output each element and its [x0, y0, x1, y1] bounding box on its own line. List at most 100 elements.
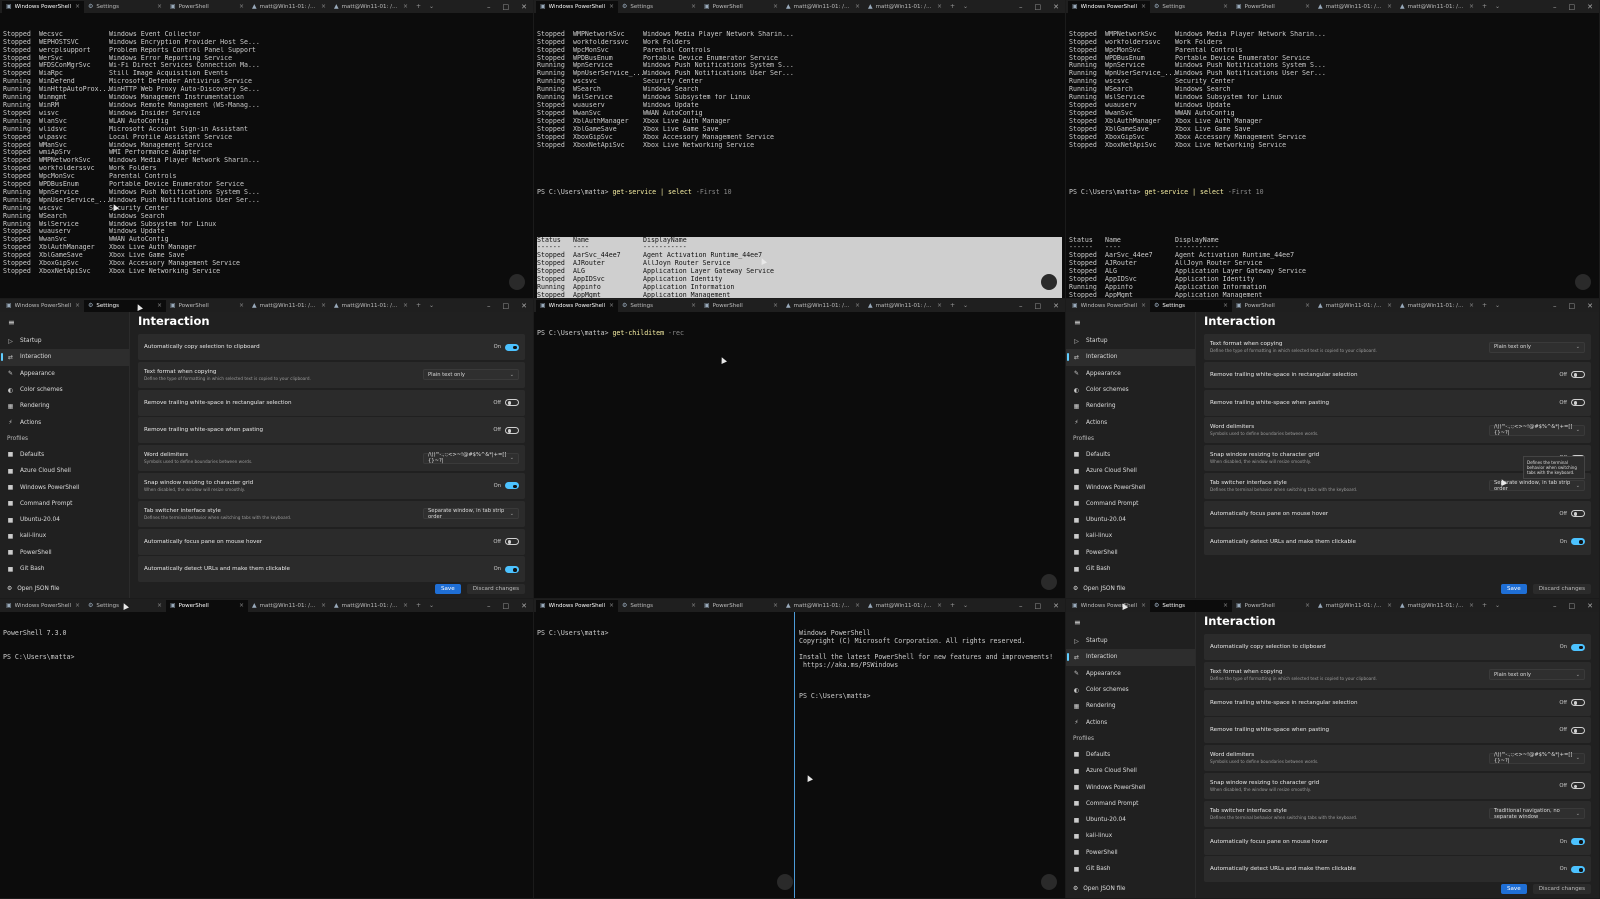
- close-icon[interactable]: ×: [855, 3, 860, 10]
- toggle-switch[interactable]: [505, 565, 519, 573]
- maximize-icon[interactable]: □: [503, 302, 510, 310]
- tab-ps[interactable]: ▣ PowerShell ×: [166, 1, 248, 13]
- terminal-output[interactable]: Stopped Wecsvc Windows Event Collector Stop…: [0, 13, 533, 298]
- tab-ubuntu[interactable]: ▲matt@Win11-01: /mnt/c×: [1314, 300, 1396, 312]
- nav-item-interaction[interactable]: ⇄ Interaction: [1066, 349, 1195, 366]
- open-json-button[interactable]: ⚙ Open JSON file: [0, 582, 60, 596]
- maximize-icon[interactable]: □: [1035, 302, 1042, 310]
- toggle-switch[interactable]: [1571, 865, 1585, 873]
- close-icon[interactable]: ×: [1305, 302, 1310, 309]
- scroll-button-right[interactable]: [1041, 874, 1057, 890]
- close-icon[interactable]: ×: [1469, 3, 1474, 10]
- tab-winps[interactable]: ▣ Windows PowerShell ×: [2, 300, 84, 312]
- new-tab-button[interactable]: +: [946, 302, 959, 309]
- minimize-icon[interactable]: –: [1019, 3, 1023, 11]
- tab-settings[interactable]: ⚙ Settings ×: [84, 1, 166, 13]
- tab-winps[interactable]: ▣ Windows PowerShell ×: [536, 0, 618, 13]
- profile-azure-cloud-shell[interactable]: ■ Azure Cloud Shell: [1066, 763, 1195, 779]
- close-icon[interactable]: ×: [157, 3, 162, 10]
- minimize-icon[interactable]: –: [1553, 602, 1557, 610]
- profile-windows-powershell[interactable]: ■ Windows PowerShell: [0, 479, 129, 495]
- close-window-icon[interactable]: ✕: [521, 3, 527, 11]
- close-icon[interactable]: ×: [1305, 3, 1310, 10]
- scroll-button[interactable]: [1041, 574, 1057, 590]
- close-icon[interactable]: ×: [855, 302, 860, 309]
- profile-git-bash[interactable]: ■ Git Bash: [1066, 861, 1195, 877]
- profile-kali-linux[interactable]: ■ kali-linux: [0, 528, 129, 544]
- close-icon[interactable]: ×: [239, 602, 244, 609]
- tab-ps[interactable]: ▣ PowerShell ×: [166, 300, 248, 312]
- maximize-icon[interactable]: □: [1035, 3, 1042, 11]
- toggle-switch[interactable]: [505, 426, 519, 434]
- close-icon[interactable]: ×: [403, 302, 408, 309]
- dropdown[interactable]: Traditional navigation, no separate wind…: [1489, 808, 1585, 820]
- toggle-switch[interactable]: [1571, 699, 1585, 707]
- toggle-switch[interactable]: [1571, 643, 1585, 651]
- open-json-button[interactable]: ⚙ Open JSON file: [1066, 882, 1126, 896]
- close-icon[interactable]: ×: [239, 302, 244, 309]
- chevron-down-icon[interactable]: ⌄: [425, 3, 438, 10]
- tab-settings[interactable]: ⚙ Settings ×: [618, 1, 700, 13]
- profile-powershell[interactable]: ■ PowerShell: [1066, 845, 1195, 861]
- profile-git-bash[interactable]: ■ Git Bash: [0, 561, 129, 577]
- scroll-button[interactable]: [509, 274, 525, 290]
- profile-ubuntu-20-04[interactable]: ■ Ubuntu-20.04: [0, 512, 129, 528]
- close-icon[interactable]: ×: [773, 302, 778, 309]
- profile-command-prompt[interactable]: ■ Command Prompt: [1066, 796, 1195, 812]
- save-button[interactable]: Save: [1500, 884, 1527, 894]
- new-tab-button[interactable]: +: [1478, 3, 1491, 10]
- tab-settings[interactable]: ⚙ Settings ×: [1150, 1, 1232, 13]
- close-icon[interactable]: ×: [1469, 302, 1474, 309]
- pane-divider[interactable]: [794, 612, 795, 898]
- chevron-down-icon[interactable]: ⌄: [1491, 3, 1504, 10]
- close-icon[interactable]: ×: [609, 602, 614, 609]
- toggle-switch[interactable]: [1571, 371, 1585, 379]
- tab-kali[interactable]: ▲matt@Win11-01: /mnt/c×: [864, 1, 946, 13]
- tab-ps[interactable]: ▣ PowerShell ×: [1232, 1, 1314, 13]
- close-icon[interactable]: ×: [1141, 602, 1146, 609]
- new-tab-button[interactable]: +: [1478, 602, 1491, 609]
- nav-item-color-schemes[interactable]: ◐ Color schemes: [0, 382, 129, 398]
- minimize-icon[interactable]: –: [1019, 302, 1023, 310]
- tab-kali[interactable]: ▲matt@Win11-01: /mnt/c×: [864, 600, 946, 612]
- tab-ubuntu[interactable]: ▲matt@Win11-01: /mnt/c×: [248, 1, 330, 13]
- toggle-switch[interactable]: [1571, 538, 1585, 546]
- tab-winps[interactable]: ▣ Windows PowerShell ×: [1068, 0, 1150, 13]
- nav-item-interaction[interactable]: ⇄ Interaction: [1066, 649, 1195, 666]
- close-icon[interactable]: ×: [1141, 3, 1146, 10]
- toggle-switch[interactable]: [505, 399, 519, 407]
- tab-kali[interactable]: ▲matt@Win11-01: /mnt/c×: [1396, 1, 1478, 13]
- close-icon[interactable]: ×: [1305, 602, 1310, 609]
- discard-button[interactable]: Discard changes: [1532, 584, 1591, 594]
- tab-winps[interactable]: ▣ Windows PowerShell ×: [2, 600, 84, 612]
- nav-item-startup[interactable]: ▷ Startup: [1066, 633, 1195, 649]
- nav-item-appearance[interactable]: ✎ Appearance: [0, 366, 129, 382]
- tab-ps[interactable]: ▣ PowerShell ×: [1232, 600, 1314, 612]
- profile-git-bash[interactable]: ■ Git Bash: [1066, 561, 1195, 577]
- close-icon[interactable]: ×: [321, 602, 326, 609]
- close-window-icon[interactable]: ✕: [1587, 3, 1593, 11]
- nav-item-color-schemes[interactable]: ◐ Color schemes: [1066, 682, 1195, 698]
- close-icon[interactable]: ×: [75, 3, 80, 10]
- terminal-output[interactable]: Stopped WMPNetworkSvc Windows Media Player…: [534, 13, 1065, 298]
- close-icon[interactable]: ×: [321, 302, 326, 309]
- profile-ubuntu-20-04[interactable]: ■ Ubuntu-20.04: [1066, 812, 1195, 828]
- close-icon[interactable]: ×: [1387, 602, 1392, 609]
- close-icon[interactable]: ×: [1141, 302, 1146, 309]
- dropdown[interactable]: /\()"'-.,:;<>~!@#$%^&*|+=[]{}~?| ⌄: [423, 452, 519, 464]
- close-icon[interactable]: ×: [403, 602, 408, 609]
- dropdown[interactable]: /\()"'-.,:;<>~!@#$%^&*|+=[]{}~?| ⌄: [1489, 752, 1585, 764]
- tab-winps[interactable]: ▣ Windows PowerShell ×: [1068, 600, 1150, 612]
- maximize-icon[interactable]: □: [1569, 302, 1576, 310]
- maximize-icon[interactable]: □: [1569, 602, 1576, 610]
- close-icon[interactable]: ×: [609, 302, 614, 309]
- tab-settings[interactable]: ⚙ Settings ×: [84, 299, 166, 312]
- dropdown[interactable]: /\()"'-.,:;<>~!@#$%^&*|+=[]{}~?| ⌄: [1489, 424, 1585, 436]
- save-button[interactable]: Save: [434, 584, 461, 594]
- save-button[interactable]: Save: [1500, 584, 1527, 594]
- close-icon[interactable]: ×: [75, 602, 80, 609]
- hamburger-icon[interactable]: ≡: [1066, 616, 1195, 633]
- close-icon[interactable]: ×: [403, 3, 408, 10]
- tab-ubuntu[interactable]: ▲matt@Win11-01: /mnt/c×: [782, 1, 864, 13]
- tab-kali[interactable]: ▲matt@Win11-01: /mnt/c×: [330, 300, 412, 312]
